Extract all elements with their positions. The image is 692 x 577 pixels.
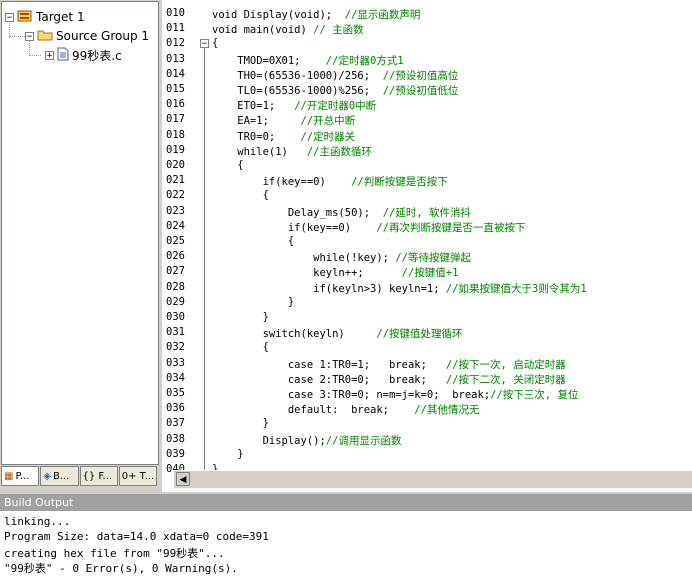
code-line[interactable]: case 3:TR0=0; n=m=j=k=0; break;//按下三次, 复… xyxy=(212,387,579,402)
c-file-icon xyxy=(57,47,69,64)
code-line[interactable]: keyln++; //按键值+1 xyxy=(212,265,458,280)
code-line[interactable]: if(keyln>3) keyln=1; //如果按键值大于3则令其为1 xyxy=(212,281,587,296)
line-number: 032 xyxy=(166,341,185,354)
code-line[interactable]: { xyxy=(212,189,269,201)
build-line: linking... xyxy=(4,515,71,528)
tab-project[interactable]: ▦ P... xyxy=(1,466,40,486)
line-number: 037 xyxy=(166,417,185,430)
target-icon xyxy=(17,9,33,26)
file-label: 99秒表.c xyxy=(72,48,122,63)
build-output-title: Build Output xyxy=(0,494,692,511)
line-number: 019 xyxy=(166,143,185,156)
line-number: 029 xyxy=(166,295,185,308)
line-number: 017 xyxy=(166,113,185,126)
code-line[interactable]: case 1:TR0=1; break; //按下一次, 启动定时器 xyxy=(212,357,566,372)
code-line[interactable]: } xyxy=(212,296,294,308)
build-line: "99秒表" - 0 Error(s), 0 Warning(s). xyxy=(4,562,238,575)
code-line[interactable]: { xyxy=(212,37,218,49)
scroll-left-icon[interactable]: ◀ xyxy=(176,472,190,486)
code-line[interactable]: switch(keyln) //按键值处理循环 xyxy=(212,326,463,341)
fold-toggle-icon[interactable]: − xyxy=(200,39,209,49)
line-number: 022 xyxy=(166,189,185,202)
line-number: 018 xyxy=(166,128,185,141)
build-line: creating hex file from "99秒表"... xyxy=(4,547,225,560)
collapse-icon[interactable]: − xyxy=(5,12,14,22)
code-line[interactable]: if(key==0) //判断按键是否按下 xyxy=(212,174,448,189)
tab-templates[interactable]: 0+ T... xyxy=(118,466,157,486)
group-label: Source Group 1 xyxy=(56,29,150,43)
line-number: 025 xyxy=(166,235,185,247)
code-area[interactable]: void Display(void); //显示函数声明 void main(vo… xyxy=(212,0,692,475)
line-number: 015 xyxy=(166,83,185,95)
line-number: 014 xyxy=(166,67,185,80)
line-number: 039 xyxy=(166,447,185,460)
project-tree: − Target 1 − Source Group 1 + 99秒表.c xyxy=(1,1,159,465)
code-line[interactable]: TL0=(65536-1000)%256; //预设初值低位 xyxy=(212,83,458,98)
line-number: 016 xyxy=(166,98,185,111)
line-number-gutter: 010 011 012 013 014 015 016 017 018 019 020 021 022 0… xyxy=(162,0,210,475)
code-line[interactable]: Delay_ms(50); //延时, 软件消抖 xyxy=(212,205,471,220)
code-line[interactable]: while(1) //主函数循环 xyxy=(212,144,372,159)
fold-guide xyxy=(204,48,205,474)
line-number: 038 xyxy=(166,432,185,445)
code-line[interactable]: TH0=(65536-1000)/256; //预设初值高位 xyxy=(212,68,458,83)
tree-item-target[interactable]: − Target 1 xyxy=(5,8,85,26)
code-line[interactable]: void main(void) // 主函数 xyxy=(212,22,364,37)
code-line[interactable]: { xyxy=(212,159,243,171)
project-pane: − Target 1 − Source Group 1 + 99秒表.c ▦ P.… xyxy=(0,0,160,492)
code-line[interactable]: case 2:TR0=0; break; //按下二次, 关闭定时器 xyxy=(212,372,566,387)
target-label: Target 1 xyxy=(36,10,85,24)
line-number: 012 xyxy=(166,37,185,50)
code-line[interactable]: } xyxy=(212,311,269,323)
books-tab-icon: ◈ xyxy=(43,470,51,482)
line-number: 034 xyxy=(166,371,185,384)
line-number: 033 xyxy=(166,356,185,369)
build-output-panel: Build Output linking... Program Size: da… xyxy=(0,494,692,577)
code-line[interactable]: } xyxy=(212,448,243,460)
code-line[interactable]: TR0=0; //定时器关 xyxy=(212,129,355,144)
line-number: 023 xyxy=(166,204,185,217)
project-tab-icon: ▦ xyxy=(4,470,14,482)
line-number: 010 xyxy=(166,7,185,19)
line-number: 024 xyxy=(166,219,185,232)
line-number: 013 xyxy=(166,52,185,65)
tree-item-file[interactable]: + 99秒表.c xyxy=(45,46,122,64)
code-line[interactable]: default: break; //其他情况无 xyxy=(212,402,480,417)
code-line[interactable]: { xyxy=(212,235,294,247)
line-number: 026 xyxy=(166,250,185,263)
code-line[interactable]: TMOD=0X01; //定时器0方式1 xyxy=(212,53,403,68)
line-number: 030 xyxy=(166,311,185,323)
code-editor[interactable]: 010 011 012 013 014 015 016 017 018 019 020 021 022 0… xyxy=(162,0,692,492)
horizontal-scrollbar[interactable]: ◀ xyxy=(174,470,692,488)
line-number: 031 xyxy=(166,326,185,339)
code-line[interactable]: { xyxy=(212,341,269,353)
tab-functions[interactable]: {} F... xyxy=(79,466,118,486)
code-line[interactable]: Display();//调用显示函数 xyxy=(212,433,402,448)
line-number: 027 xyxy=(166,265,185,278)
line-number: 036 xyxy=(166,402,185,415)
folder-icon xyxy=(37,28,53,44)
line-number: 035 xyxy=(166,387,185,399)
code-line[interactable]: if(key==0) //再次判断按键是否一直被按下 xyxy=(212,220,526,235)
code-line[interactable]: void Display(void); //显示函数声明 xyxy=(212,7,420,22)
expand-icon[interactable]: + xyxy=(45,50,54,60)
line-number: 011 xyxy=(166,22,185,35)
code-line[interactable]: EA=1; //开总中断 xyxy=(212,113,355,128)
project-tabs: ▦ P... ◈ B... {} F... 0+ T... xyxy=(1,466,157,488)
collapse-icon[interactable]: − xyxy=(25,31,34,41)
line-number: 021 xyxy=(166,174,185,187)
code-line[interactable]: while(!key); //等待按键弹起 xyxy=(212,250,471,265)
build-line: Program Size: data=14.0 xdata=0 code=391 xyxy=(4,530,269,543)
tab-books[interactable]: ◈ B... xyxy=(40,466,79,486)
line-number: 020 xyxy=(166,159,185,171)
line-number: 028 xyxy=(166,280,185,293)
tree-item-source-group[interactable]: − Source Group 1 xyxy=(25,27,149,45)
code-line[interactable]: } xyxy=(212,417,269,429)
code-line[interactable]: ET0=1; //开定时器0中断 xyxy=(212,98,376,113)
